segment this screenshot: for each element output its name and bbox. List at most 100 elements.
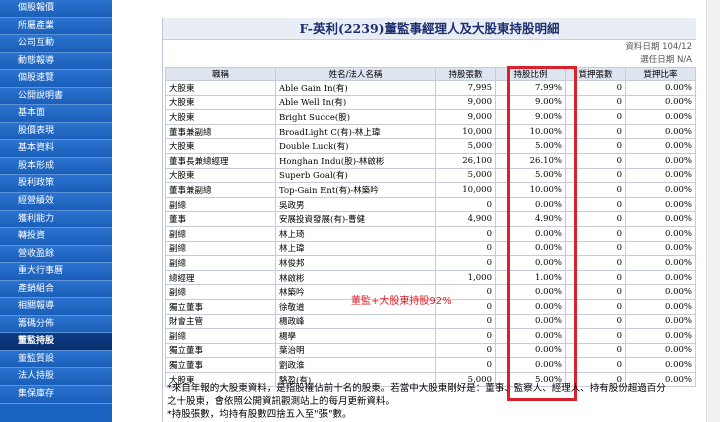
sidebar-item[interactable]: 董監質設 (0, 350, 112, 369)
sidebar-item[interactable]: 公司互動 (0, 35, 112, 53)
table-cell: 大股東 (165, 109, 276, 125)
sidebar-item[interactable]: 公開說明書 (0, 87, 112, 106)
table-cell: Able Gain In(有) (275, 80, 436, 96)
table-cell: Top-Gain Ent(有)-林築吟 (275, 182, 436, 198)
table-cell: 9,000 (435, 94, 496, 111)
sidebar-item[interactable]: 法人持股 (0, 368, 112, 387)
column-header: 持股張數 (435, 67, 496, 81)
table-cell: 0.00% (625, 255, 696, 271)
table-cell: Honghan Indu(股)-林啟彬 (275, 152, 436, 169)
sidebar-item[interactable]: 基本資料 (0, 140, 112, 158)
table-cell: 5,000 (435, 138, 496, 154)
sidebar-item[interactable]: 基本面 (0, 105, 112, 123)
table-cell: 0.00% (625, 211, 696, 227)
sidebar-item[interactable]: 動態報導 (0, 52, 112, 71)
table-cell: 0 (565, 94, 626, 111)
table-cell: 5,000 (435, 167, 496, 184)
table-cell: 楊政峰 (275, 313, 436, 330)
table-row: 大股東 Double Luck(有) 5,000 5.00% 0 0.00% (165, 138, 696, 154)
table-cell: 葉治明 (275, 342, 436, 359)
holdings-panel: F-英利(2239)董監事經理人及大股東持股明細 資料日期 104/12 選任日… (162, 18, 696, 422)
table-cell: 董事兼副總 (165, 123, 276, 140)
election-date: 選任日期 N/A (640, 55, 692, 65)
sidebar-item[interactable]: 個股速覽 (0, 70, 112, 88)
sidebar-item[interactable]: 個股報價 (0, 0, 112, 18)
table-cell: 0.00% (495, 342, 566, 359)
table-cell: 0.00% (625, 298, 696, 315)
table-cell: 0 (565, 255, 626, 271)
table-cell: 0 (435, 240, 496, 257)
sidebar-item[interactable]: 董監持股 (0, 333, 112, 351)
sidebar-item[interactable]: 轉投資 (0, 228, 112, 246)
table-cell: 獨立董事 (165, 357, 276, 373)
table-cell: 0 (565, 328, 626, 344)
sidebar-item[interactable]: 股利政策 (0, 175, 112, 194)
table-cell: 26,100 (435, 152, 496, 169)
table-cell: 0.00% (625, 269, 696, 286)
table-cell: 0 (435, 328, 496, 344)
sidebar-item[interactable]: 相關報導 (0, 298, 112, 316)
sidebar-item[interactable]: 股本形成 (0, 157, 112, 176)
table-cell: 0 (565, 269, 626, 286)
table-row: 大股東 Able Well In(有) 9,000 9.00% 0 0.00% (165, 94, 696, 111)
table-cell: 0.00% (625, 196, 696, 213)
sidebar-item[interactable]: 獲利能力 (0, 210, 112, 229)
sidebar-item[interactable]: 籌碼分佈 (0, 315, 112, 334)
table-cell: 0.00% (625, 240, 696, 257)
table-cell: 0.00% (495, 284, 566, 300)
table-cell: Double Luck(有) (275, 138, 436, 154)
table-row: 副總 林上瑋 0 0.00% 0 0.00% (165, 240, 696, 257)
table-cell: 7,995 (435, 80, 496, 96)
table-cell: 0 (565, 225, 626, 242)
table-cell: 0 (435, 357, 496, 373)
table-row: 大股東 Superb Goal(有) 5,000 5.00% 0 0.00% (165, 167, 696, 184)
table-row: 董事長兼總經理 Honghan Indu(股)-林啟彬 26,100 26.10% 0 0… (165, 152, 696, 169)
table-cell: 0.00% (625, 357, 696, 373)
table-cell: 大股東 (165, 167, 276, 184)
table-cell: 林俊邦 (275, 255, 436, 271)
page-scrollbar[interactable] (706, 0, 720, 422)
table-cell: 1,000 (435, 269, 496, 286)
table-row: 副總 吳政男 0 0.00% 0 0.00% (165, 196, 696, 213)
table-row: 獨立董事 劉政淮 0 0.00% 0 0.00% (165, 357, 696, 373)
footnote-line: 之十股東，會依照公開資訊觀測站上的每月更新資料。 (167, 396, 396, 407)
table-cell: 林上瑋 (275, 240, 436, 257)
table-cell: Able Well In(有) (275, 94, 436, 111)
sidebar-item[interactable]: 產銷組合 (0, 280, 112, 299)
table-cell: 副總 (165, 225, 276, 242)
table-cell: 0 (435, 196, 496, 213)
footnotes: *來自年報的大股東資料，是指股權佔前十名的股東。若當中大股東剛好是：董事、監察人… (167, 382, 693, 421)
sidebar-item[interactable]: 所屬產業 (0, 17, 112, 36)
table-cell: 0 (435, 225, 496, 242)
table-cell: 副總 (165, 255, 276, 271)
table-cell: 0.00% (625, 167, 696, 184)
sidebar-item[interactable]: 股價表現 (0, 122, 112, 141)
table-cell: 劉政淮 (275, 357, 436, 373)
table-row: 董事兼副總 Top-Gain Ent(有)-林築吟 10,000 10.00% 0 0.0… (165, 182, 696, 198)
table-cell: 4.90% (495, 211, 566, 227)
sidebar-item[interactable]: 營收盈餘 (0, 245, 112, 264)
table-cell: 大股東 (165, 80, 276, 96)
table-cell: 副總 (165, 328, 276, 344)
sidebar-item[interactable]: 重大行事曆 (0, 263, 112, 281)
sidebar-item[interactable]: 集保庫存 (0, 386, 112, 404)
table-cell: 0.00% (625, 284, 696, 300)
table-cell: 楊學 (275, 328, 436, 344)
table-cell: 吳政男 (275, 196, 436, 213)
table-cell: 0.00% (495, 313, 566, 330)
table-header-row: 職稱 姓名/法人名稱 持股張數 持股比例 質押張數 質押比率 (165, 67, 696, 81)
table-cell: 0 (565, 138, 626, 154)
table-cell: 4,900 (435, 211, 496, 227)
footnote-line: *持股張數，均持有股數四捨五入至"張"數。 (167, 409, 352, 420)
table-cell: 0 (565, 240, 626, 257)
table-row: 大股東 Bright Succe(股) 9,000 9.00% 0 0.00% (165, 109, 696, 125)
table-cell: 0.00% (495, 196, 566, 213)
table-cell: 0 (435, 255, 496, 271)
table-cell: 獨立董事 (165, 298, 276, 315)
column-header: 質押張數 (565, 67, 626, 81)
sidebar-item[interactable]: 經營績效 (0, 193, 112, 211)
table-cell: 0.00% (495, 255, 566, 271)
table-cell: 1.00% (495, 269, 566, 286)
table-cell: 0 (565, 196, 626, 213)
table-row: 副總 楊學 0 0.00% 0 0.00% (165, 328, 696, 344)
